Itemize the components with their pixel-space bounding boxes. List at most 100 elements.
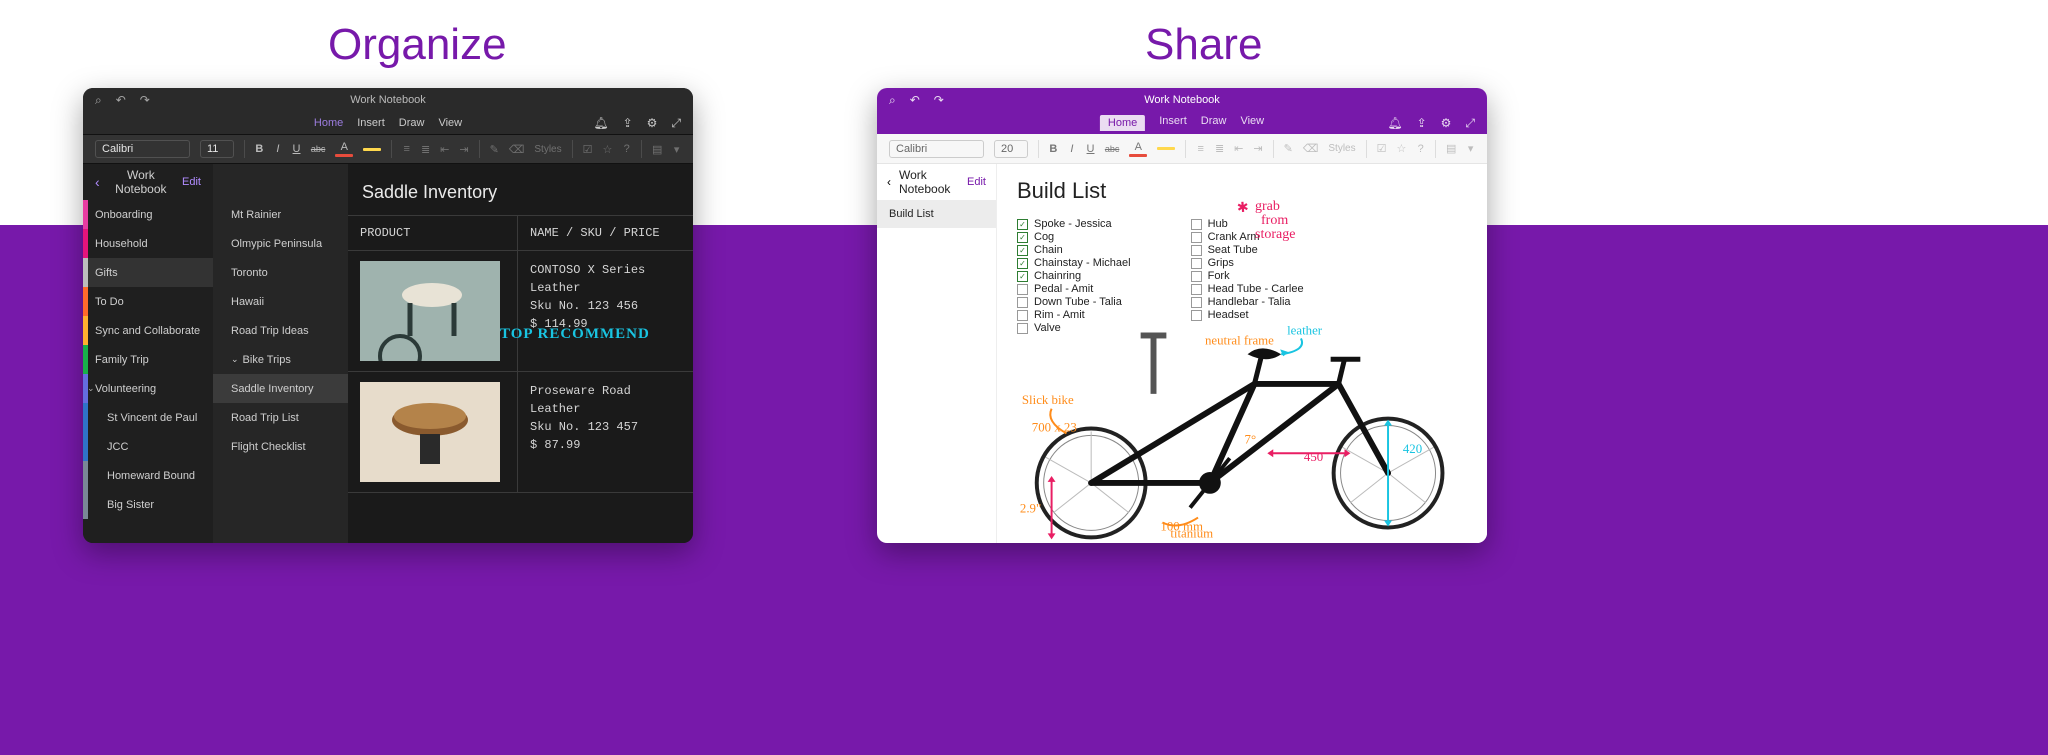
redo-icon[interactable]: ↷ [934, 93, 944, 107]
tab-insert[interactable]: Insert [1159, 115, 1187, 131]
page-olmypic-peninsula[interactable]: Olmypic Peninsula [213, 229, 348, 258]
paint-format-icon[interactable]: ✎ [490, 139, 499, 159]
undo-icon[interactable]: ↶ [910, 93, 920, 107]
check-item[interactable]: Fork [1191, 270, 1304, 282]
checkbox-icon[interactable]: ✓ [1017, 258, 1028, 269]
section-to-do[interactable]: To Do [83, 287, 213, 316]
todo-tag-icon[interactable]: ☑ [583, 139, 593, 159]
indent-button[interactable]: ⇥ [459, 139, 468, 159]
tab-draw[interactable]: Draw [399, 117, 425, 129]
bullets-button[interactable]: ≡ [402, 139, 411, 159]
check-item[interactable]: ✓Spoke - Jessica [1017, 218, 1131, 230]
undo-icon[interactable]: ↶ [116, 93, 126, 107]
todo-tag-icon[interactable]: ☑ [1377, 139, 1387, 159]
italic-button[interactable]: I [1068, 139, 1077, 159]
expand-icon[interactable]: ⤢ [671, 116, 681, 131]
back-icon[interactable]: ‹ [887, 175, 891, 189]
edit-link[interactable]: Edit [967, 176, 986, 188]
tab-home[interactable]: Home [314, 117, 343, 129]
page-flight-checklist[interactable]: Flight Checklist [213, 432, 348, 461]
bell-icon[interactable]: 🔔︎ [593, 116, 608, 131]
search-icon[interactable]: ⌕ [95, 93, 102, 108]
check-item[interactable]: Head Tube - Carlee [1191, 283, 1304, 295]
font-color-button[interactable]: A [1129, 139, 1147, 159]
tab-view[interactable]: View [438, 117, 462, 129]
page-hawaii[interactable]: Hawaii [213, 287, 348, 316]
page-saddle-inventory[interactable]: Saddle Inventory [213, 374, 348, 403]
numbered-button[interactable]: ≣ [1215, 139, 1224, 159]
star-tag-icon[interactable]: ☆ [1397, 139, 1407, 159]
tab-insert[interactable]: Insert [357, 117, 385, 129]
outline-icon[interactable]: ▤ [652, 139, 662, 159]
section-household[interactable]: Household [83, 229, 213, 258]
highlight-button[interactable] [1157, 139, 1175, 159]
settings-icon[interactable]: ⚙ [1441, 116, 1452, 131]
section-sync-and-collaborate[interactable]: Sync and Collaborate [83, 316, 213, 345]
section-onboarding[interactable]: Onboarding [83, 200, 213, 229]
edit-link[interactable]: Edit [182, 176, 201, 188]
more-icon[interactable]: ▾ [672, 139, 681, 159]
underline-button[interactable]: U [1086, 139, 1095, 159]
note-content[interactable]: Build List ✓Spoke - Jessica✓Cog✓Chain✓Ch… [997, 164, 1487, 543]
styles-dropdown[interactable]: Styles [534, 139, 561, 159]
indent-button[interactable]: ⇥ [1253, 139, 1262, 159]
checkbox-icon[interactable]: ✓ [1017, 271, 1028, 282]
checkbox-icon[interactable]: ✓ [1017, 232, 1028, 243]
check-item[interactable]: Down Tube - Talia [1017, 296, 1131, 308]
outline-icon[interactable]: ▤ [1446, 139, 1456, 159]
check-item[interactable]: ✓Chainstay - Michael [1017, 257, 1131, 269]
section-family-trip[interactable]: Family Trip [83, 345, 213, 374]
checkbox-icon[interactable]: ✓ [1017, 219, 1028, 230]
section-volunteering[interactable]: Volunteering [83, 374, 213, 403]
check-item[interactable]: ✓Cog [1017, 231, 1131, 243]
page-bike-trips[interactable]: Bike Trips [213, 345, 348, 374]
question-tag-icon[interactable]: ? [622, 139, 631, 159]
clear-format-icon[interactable]: ⌫ [509, 139, 525, 159]
checkbox-icon[interactable] [1191, 245, 1202, 256]
font-size[interactable]: 20 [994, 140, 1028, 158]
check-item[interactable]: Grips [1191, 257, 1304, 269]
section-jcc[interactable]: JCC [83, 432, 213, 461]
bold-button[interactable]: B [1049, 139, 1058, 159]
bullets-button[interactable]: ≡ [1196, 139, 1205, 159]
font-name[interactable]: Calibri [889, 140, 984, 158]
outdent-button[interactable]: ⇤ [440, 139, 449, 159]
page-mt-rainier[interactable]: Mt Rainier [213, 200, 348, 229]
paint-format-icon[interactable]: ✎ [1284, 139, 1293, 159]
check-item[interactable]: ✓Chainring [1017, 270, 1131, 282]
search-icon[interactable]: ⌕ [889, 93, 896, 108]
page-road-trip-ideas[interactable]: Road Trip Ideas [213, 316, 348, 345]
check-item[interactable]: ✓Chain [1017, 244, 1131, 256]
checkbox-icon[interactable] [1017, 297, 1028, 308]
checkbox-icon[interactable] [1191, 284, 1202, 295]
styles-dropdown[interactable]: Styles [1328, 139, 1355, 159]
check-item[interactable]: Pedal - Amit [1017, 283, 1131, 295]
checkbox-icon[interactable] [1191, 297, 1202, 308]
star-tag-icon[interactable]: ☆ [603, 139, 613, 159]
check-item[interactable]: Handlebar - Talia [1191, 296, 1304, 308]
section-big-sister[interactable]: Big Sister [83, 490, 213, 519]
note-content[interactable]: Saddle Inventory PRODUCT NAME / SKU / PR… [348, 164, 693, 543]
more-icon[interactable]: ▾ [1466, 139, 1475, 159]
strike-button[interactable]: abc [311, 139, 326, 159]
clear-format-icon[interactable]: ⌫ [1303, 139, 1319, 159]
bell-icon[interactable]: 🔔︎ [1387, 116, 1402, 131]
settings-icon[interactable]: ⚙ [647, 116, 658, 131]
bold-button[interactable]: B [255, 139, 264, 159]
page-toronto[interactable]: Toronto [213, 258, 348, 287]
checkbox-icon[interactable] [1191, 219, 1202, 230]
page-build-list[interactable]: Build List [877, 200, 996, 228]
italic-button[interactable]: I [274, 139, 283, 159]
checkbox-icon[interactable] [1191, 232, 1202, 243]
numbered-button[interactable]: ≣ [421, 139, 430, 159]
underline-button[interactable]: U [292, 139, 301, 159]
check-item[interactable]: Seat Tube [1191, 244, 1304, 256]
section-homeward-bound[interactable]: Homeward Bound [83, 461, 213, 490]
font-name[interactable]: Calibri [95, 140, 190, 158]
font-color-button[interactable]: A [335, 139, 353, 159]
section-gifts[interactable]: Gifts [83, 258, 213, 287]
section-st-vincent-de-paul[interactable]: St Vincent de Paul [83, 403, 213, 432]
tab-home[interactable]: Home [1100, 115, 1145, 131]
strike-button[interactable]: abc [1105, 139, 1120, 159]
checkbox-icon[interactable] [1017, 284, 1028, 295]
